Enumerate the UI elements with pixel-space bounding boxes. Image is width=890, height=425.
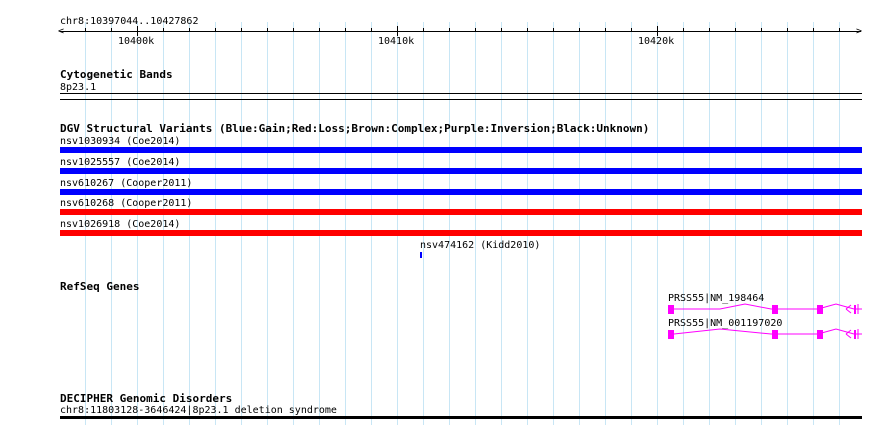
ruler-tick-label: 10420k [638, 36, 675, 47]
variant-label[interactable]: nsv610267 (Cooper2011) [60, 178, 192, 189]
variant-bar[interactable] [420, 252, 422, 258]
variant-bar[interactable] [60, 209, 862, 215]
exon [668, 330, 674, 339]
cytoband-label: 8p23.1 [60, 82, 97, 93]
decipher-label[interactable]: chr8:11803128-3646424|8p23.1 deletion sy… [60, 405, 337, 416]
variant-bar[interactable] [60, 230, 862, 236]
ruler-tick-label: 10400k [118, 36, 155, 47]
ruler-axis [60, 31, 861, 32]
variant-label[interactable]: nsv1025557 (Coe2014) [60, 157, 180, 168]
ruler-tick-label: 10410k [378, 36, 415, 47]
ruler-major-tick [137, 26, 138, 36]
exon [854, 305, 856, 314]
ruler-major-tick [657, 26, 658, 36]
exon [668, 305, 674, 314]
exon [854, 330, 856, 339]
cytoband-track-title: Cytogenetic Bands [60, 68, 173, 81]
variant-label[interactable]: nsv1030934 (Coe2014) [60, 136, 180, 147]
gene-structure [673, 328, 862, 339]
scroll-right-arrow-icon[interactable]: > [856, 27, 862, 37]
scroll-left-arrow-icon[interactable]: < [58, 27, 64, 37]
variant-label[interactable]: nsv1026918 (Coe2014) [60, 219, 180, 230]
exon [772, 305, 778, 314]
variant-label[interactable]: nsv610268 (Cooper2011) [60, 198, 192, 209]
decipher-bar[interactable] [60, 416, 862, 419]
variant-bar[interactable] [60, 189, 862, 195]
coordinate-label: chr8:10397044..10427862 [60, 16, 199, 27]
cytoband-bar-bottom [60, 99, 862, 100]
variant-label[interactable]: nsv474162 (Kidd2010) [420, 240, 540, 251]
exon [817, 330, 823, 339]
variant-bar[interactable] [60, 147, 862, 153]
dgv-track-title: DGV Structural Variants (Blue:Gain;Red:L… [60, 122, 650, 135]
exon [817, 305, 823, 314]
ruler-major-tick [397, 26, 398, 36]
decipher-track-title: DECIPHER Genomic Disorders [60, 392, 233, 405]
refseq-track-title: RefSeq Genes [60, 280, 140, 293]
genome-browser-panel[interactable]: chr8:10397044..10427862 < > 10400k 10410… [0, 0, 890, 425]
exon [772, 330, 778, 339]
gene-structure [674, 303, 862, 314]
cytoband-bar-top [60, 93, 862, 94]
variant-bar[interactable] [60, 168, 862, 174]
